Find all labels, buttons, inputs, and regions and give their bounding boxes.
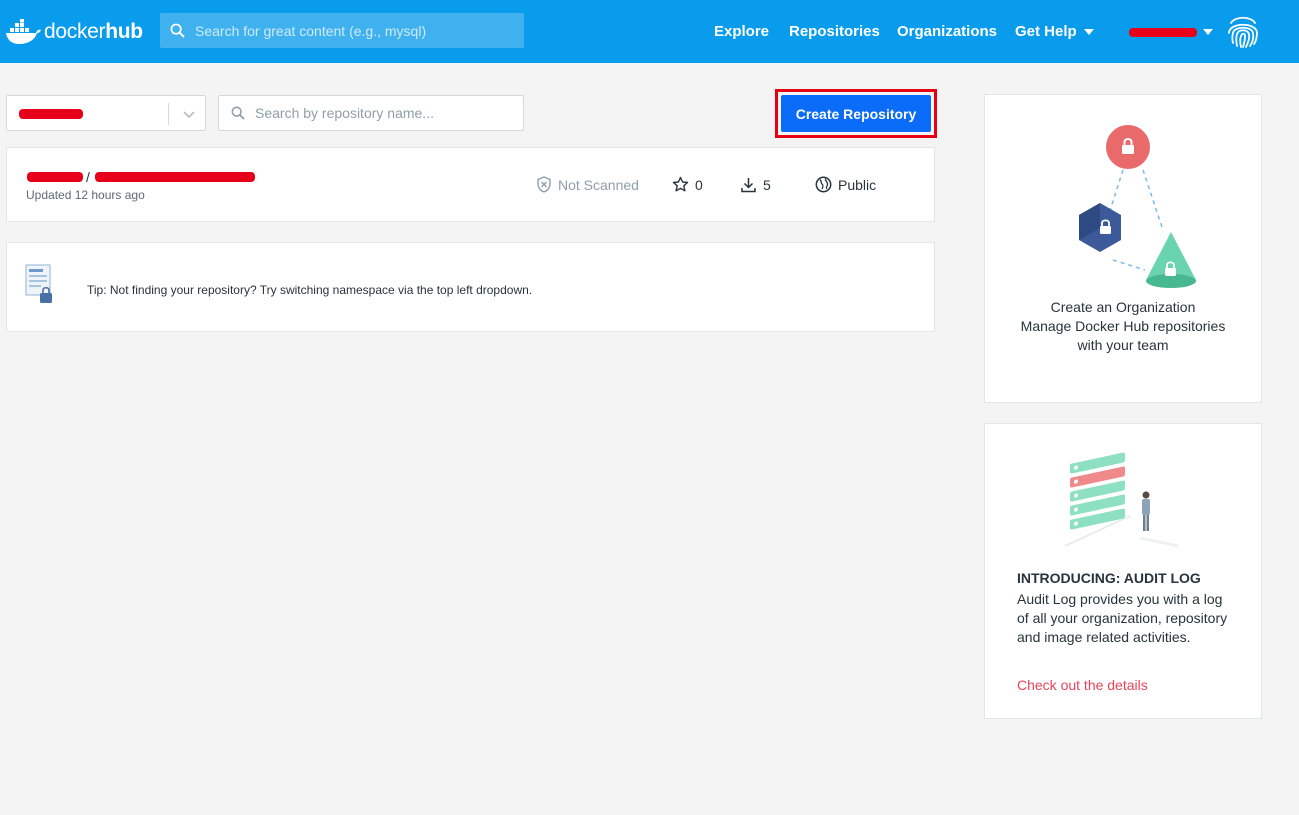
organization-illustration — [1079, 125, 1196, 288]
visibility: Public — [815, 176, 876, 193]
search-icon — [170, 23, 185, 38]
caret-down-icon[interactable] — [1203, 29, 1213, 35]
audit-log-description: Audit Log provides you with a log of all… — [1017, 591, 1228, 645]
star-count: 0 — [672, 176, 703, 193]
scan-status: Not Scanned — [536, 176, 639, 193]
docker-hub-logo[interactable]: dockerhub — [6, 16, 146, 48]
namespace-tip-illustration — [25, 264, 52, 303]
download-icon — [741, 178, 756, 193]
fingerprint-icon[interactable] — [1226, 13, 1260, 49]
create-repository-button[interactable]: Create Repository — [781, 95, 931, 132]
namespace-value-redacted — [19, 109, 83, 119]
pull-count-value: 5 — [763, 176, 771, 193]
chevron-down-icon[interactable] — [181, 106, 197, 122]
repo-name-redacted[interactable] — [95, 172, 255, 182]
audit-log-illustration — [1064, 452, 1179, 548]
scan-status-label: Not Scanned — [558, 176, 639, 193]
nav-get-help-label: Get Help — [1015, 23, 1077, 40]
audit-log-title: INTRODUCING: AUDIT LOG — [1017, 570, 1201, 586]
create-organization-card: Create an Organization Manage Docker Hub… — [984, 94, 1262, 403]
repo-separator: / — [86, 169, 90, 185]
repo-search-input[interactable] — [255, 105, 515, 121]
tip-card: Tip: Not finding your repository? Try sw… — [6, 242, 935, 332]
org-promo-text: Create an Organization Manage Docker Hub… — [985, 298, 1261, 355]
visibility-label: Public — [838, 176, 877, 193]
nav-explore-label: Explore — [714, 23, 770, 40]
star-icon — [672, 176, 689, 192]
search-icon — [231, 106, 245, 120]
repo-updated-time: Updated 12 hours ago — [26, 188, 145, 202]
nav-organizations[interactable]: Organizations — [897, 0, 997, 63]
select-divider — [168, 103, 169, 125]
audit-log-card: INTRODUCING: AUDIT LOG Audit Log provide… — [984, 423, 1262, 719]
nav-repositories[interactable]: Repositories — [789, 0, 880, 63]
repo-search-box — [218, 95, 524, 131]
docker-whale-icon — [6, 19, 41, 44]
logo-text-docker: docker — [44, 20, 106, 43]
global-search-input[interactable] — [195, 22, 515, 39]
org-promo-line2: Manage Docker Hub repositories — [1020, 318, 1226, 334]
globe-icon — [815, 176, 832, 193]
repository-row[interactable]: / Updated 12 hours ago Not Scanned 0 5 P… — [6, 147, 935, 222]
tip-text: Tip: Not finding your repository? Try sw… — [87, 283, 533, 297]
audit-log-details-link[interactable]: Check out the details — [1017, 677, 1148, 693]
global-search-box — [160, 13, 524, 48]
namespace-select[interactable] — [6, 95, 206, 131]
pull-count: 5 — [740, 176, 771, 193]
logo-text-hub: hub — [105, 20, 143, 43]
star-count-value: 0 — [695, 176, 703, 193]
org-promo-line3: with your team — [1077, 337, 1169, 353]
nav-repositories-label: Repositories — [789, 23, 880, 40]
nav-get-help[interactable]: Get Help — [1015, 0, 1094, 63]
user-menu-username-redacted[interactable] — [1129, 28, 1197, 37]
top-navbar: dockerhub Explore Repositories Organizat… — [0, 0, 1299, 63]
caret-down-icon — [1083, 28, 1094, 35]
nav-explore[interactable]: Explore — [714, 0, 769, 63]
shield-x-icon — [537, 176, 551, 193]
org-promo-line1: Create an Organization — [1050, 299, 1196, 315]
nav-organizations-label: Organizations — [897, 23, 998, 40]
repo-namespace-redacted[interactable] — [27, 172, 83, 182]
